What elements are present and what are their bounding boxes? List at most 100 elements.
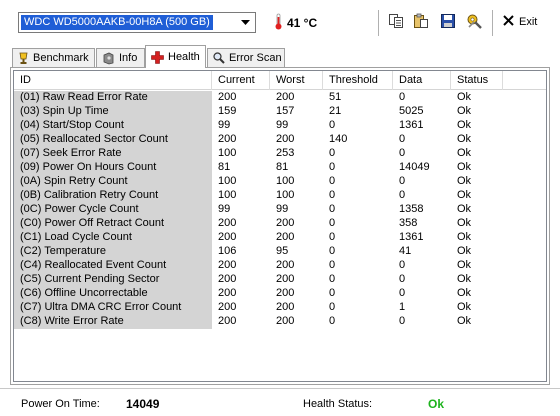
drive-select[interactable]: WDC WD5000AAKB-00H8A (500 GB) — [18, 12, 256, 33]
cell-threshold: 21 — [329, 105, 342, 117]
save-icon — [440, 13, 456, 32]
cell-worst: 200 — [276, 217, 295, 229]
cell-threshold: 0 — [329, 259, 336, 271]
power-on-time-value: 14049 — [126, 397, 160, 411]
cell-current: 81 — [218, 161, 231, 173]
info-icon — [102, 52, 115, 65]
cell-worst: 99 — [276, 119, 289, 131]
cell-worst: 200 — [276, 315, 295, 327]
table-row[interactable]: (C7) Ultra DMA CRC Error Count 200 200 0 1 Ok — [14, 301, 546, 315]
cell-data: 14049 — [399, 161, 430, 173]
tab-health[interactable]: Health — [145, 45, 206, 68]
cell-status: Ok — [457, 217, 472, 229]
table-row[interactable]: (0B) Calibration Retry Count 100 100 0 0 Ok — [14, 189, 546, 203]
column-header-threshold[interactable]: Threshold — [323, 71, 393, 90]
tab-info[interactable]: Info — [96, 48, 145, 67]
toolbar-separator — [492, 10, 493, 36]
health-status-label: Health Status: — [303, 398, 373, 410]
cell-status: Ok — [457, 105, 472, 117]
table-row[interactable]: (C2) Temperature 106 95 0 41 Ok — [14, 245, 546, 259]
cell-data: 41 — [399, 245, 412, 257]
cell-current: 200 — [218, 217, 237, 229]
cell-current: 100 — [218, 189, 237, 201]
cell-status: Ok — [457, 287, 472, 299]
cell-current: 200 — [218, 273, 237, 285]
table-row[interactable]: (C1) Load Cycle Count 200 200 0 1361 Ok — [14, 231, 546, 245]
cell-worst: 81 — [276, 161, 289, 173]
cell-current: 200 — [218, 301, 237, 313]
cell-data: 358 — [399, 217, 418, 229]
column-header-worst[interactable]: Worst — [270, 71, 323, 90]
column-header-current[interactable]: Current — [212, 71, 270, 90]
power-on-time-label: Power On Time: — [21, 398, 100, 410]
cell-status: Ok — [457, 175, 472, 187]
paste-button[interactable] — [412, 13, 429, 31]
column-header-data[interactable]: Data — [393, 71, 451, 90]
status-bar: Power On Time: 14049 Health Status: Ok — [0, 388, 560, 416]
cell-worst: 200 — [276, 91, 295, 103]
table-row[interactable]: (03) Spin Up Time 159 157 21 5025 Ok — [14, 105, 546, 119]
cell-data: 0 — [399, 175, 406, 187]
column-header-id[interactable]: ID — [14, 71, 212, 90]
table-row[interactable]: (C0) Power Off Retract Count 200 200 0 358 Ok — [14, 217, 546, 231]
toolbar-separator — [378, 10, 379, 36]
tools-button[interactable] — [466, 14, 483, 31]
cell-current: 200 — [218, 259, 237, 271]
cell-threshold: 140 — [329, 133, 348, 145]
cell-current: 200 — [218, 315, 237, 327]
cell-id: (0C) Power Cycle Count — [14, 203, 212, 217]
cell-id: (C2) Temperature — [14, 245, 212, 259]
table-row[interactable]: (0C) Power Cycle Count 99 99 0 1358 Ok — [14, 203, 546, 217]
thermometer-icon — [274, 13, 283, 33]
tools-icon — [466, 13, 483, 33]
table-row[interactable]: (C5) Current Pending Sector 200 200 0 0 Ok — [14, 273, 546, 287]
cell-current: 106 — [218, 245, 237, 257]
table-row[interactable]: (01) Raw Read Error Rate 200 200 51 0 Ok — [14, 91, 546, 105]
table-row[interactable]: (C6) Offline Uncorrectable 200 200 0 0 Ok — [14, 287, 546, 301]
tab-error-scan[interactable]: Error Scan — [207, 48, 285, 67]
cell-id: (C6) Offline Uncorrectable — [14, 287, 212, 301]
cell-threshold: 0 — [329, 301, 336, 313]
cell-id: (C7) Ultra DMA CRC Error Count — [14, 301, 212, 315]
save-button[interactable] — [439, 14, 456, 31]
cell-data: 0 — [399, 259, 406, 271]
column-header-status[interactable]: Status — [451, 71, 503, 90]
cell-status: Ok — [457, 315, 472, 327]
cell-id: (05) Reallocated Sector Count — [14, 133, 212, 147]
cell-threshold: 0 — [329, 203, 336, 215]
cell-threshold: 0 — [329, 217, 336, 229]
table-row[interactable]: (C4) Reallocated Event Count 200 200 0 0 Ok — [14, 259, 546, 273]
cell-data: 0 — [399, 315, 406, 327]
cell-threshold: 0 — [329, 315, 336, 327]
cell-id: (09) Power On Hours Count — [14, 161, 212, 175]
temperature-display: 41 °C — [274, 13, 317, 33]
health-status-value: Ok — [428, 397, 445, 411]
exit-label: Exit — [519, 16, 538, 28]
cell-data: 1358 — [399, 203, 424, 215]
cell-data: 0 — [399, 147, 406, 159]
cell-id: (01) Raw Read Error Rate — [14, 91, 212, 105]
cell-threshold: 0 — [329, 175, 336, 187]
cell-status: Ok — [457, 133, 472, 145]
cell-threshold: 0 — [329, 231, 336, 243]
table-row[interactable]: (09) Power On Hours Count 81 81 0 14049 Ok — [14, 161, 546, 175]
cell-data: 5025 — [399, 105, 424, 117]
copy-button[interactable] — [387, 14, 404, 31]
table-row[interactable]: (04) Start/Stop Count 99 99 0 1361 Ok — [14, 119, 546, 133]
health-cross-icon — [151, 50, 164, 64]
smart-attributes-table[interactable]: ID Current Worst Threshold Data Status (… — [13, 70, 547, 382]
cell-threshold: 51 — [329, 91, 342, 103]
exit-button[interactable]: Exit — [503, 15, 537, 29]
table-header: ID Current Worst Threshold Data Status — [14, 71, 546, 90]
table-row[interactable]: (C8) Write Error Rate 200 200 0 0 Ok — [14, 315, 546, 329]
table-row[interactable]: (07) Seek Error Rate 100 253 0 0 Ok — [14, 147, 546, 161]
cell-current: 159 — [218, 105, 237, 117]
table-row[interactable]: (05) Reallocated Sector Count 200 200 140 0 O… — [14, 133, 546, 147]
table-row[interactable]: (0A) Spin Retry Count 100 100 0 0 Ok — [14, 175, 546, 189]
tab-benchmark[interactable]: Benchmark — [12, 48, 95, 67]
cell-current: 200 — [218, 91, 237, 103]
cell-current: 200 — [218, 287, 237, 299]
cell-id: (0B) Calibration Retry Count — [14, 189, 212, 203]
chevron-down-icon[interactable] — [239, 16, 251, 29]
tab-health-label: Health — [168, 51, 200, 63]
